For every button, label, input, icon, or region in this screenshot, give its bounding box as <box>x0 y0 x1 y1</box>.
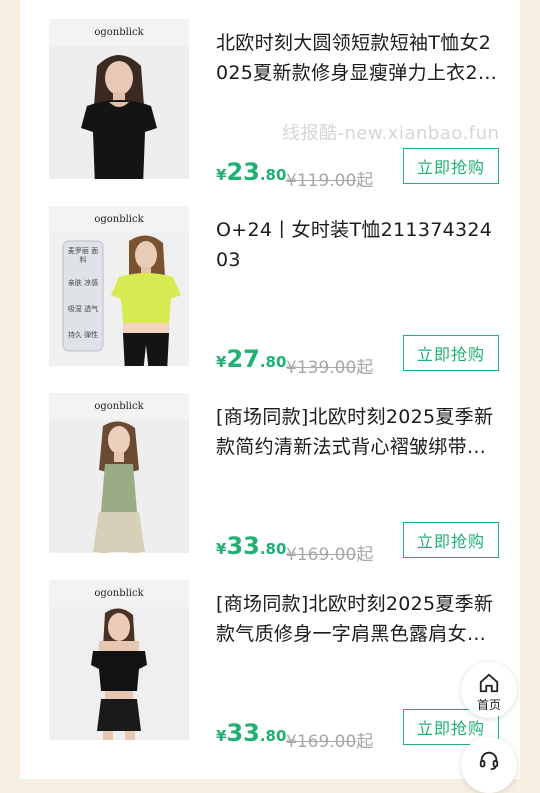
product-photo <box>49 46 189 179</box>
product-thumbnail[interactable]: ogonblick <box>49 580 189 740</box>
buy-now-button[interactable]: 立即抢购 <box>403 522 499 558</box>
product-list: ogonblick 北欧时刻大圆领短款短袖T恤女2025夏新款修身显瘦弹力上衣2… <box>20 0 520 779</box>
product-card[interactable]: ogonblick 麦罗丽 面料 亲肤 凉感 吸湿 透气 持久 弹性 O+24丨… <box>20 187 520 378</box>
headset-icon <box>478 749 500 775</box>
product-card[interactable]: ogonblick [商场同款]北欧时刻2025夏季新款简约清新法式背心褶皱绑带… <box>20 374 520 565</box>
product-card[interactable]: ogonblick 北欧时刻大圆领短款短袖T恤女2025夏新款修身显瘦弹力上衣2… <box>20 0 520 191</box>
brand-logo: ogonblick <box>94 401 144 412</box>
sale-price: ¥27.80 <box>216 345 287 373</box>
product-title[interactable]: 北欧时刻大圆领短款短袖T恤女2025夏新款修身显瘦弹力上衣2… <box>216 28 500 88</box>
watermark: 线报酷-new.xianbao.fun <box>282 123 500 144</box>
feature-label: 吸湿 透气 <box>67 305 99 313</box>
buy-now-button[interactable]: 立即抢购 <box>403 148 499 184</box>
product-thumbnail[interactable]: ogonblick <box>49 393 189 553</box>
product-title[interactable]: O+24丨女时装T恤21137432403 <box>216 215 500 275</box>
product-photo: 麦罗丽 面料 亲肤 凉感 吸湿 透气 持久 弹性 <box>49 233 189 366</box>
home-float-button[interactable]: 首页 <box>461 662 517 718</box>
brand-logo: ogonblick <box>94 27 144 38</box>
original-price: ¥169.00起 <box>286 732 374 752</box>
feature-label: 亲肤 凉感 <box>67 279 99 287</box>
home-label: 首页 <box>476 698 501 712</box>
buy-now-button[interactable]: 立即抢购 <box>403 335 499 371</box>
product-title[interactable]: [商场同款]北欧时刻2025夏季新款气质修身一字肩黑色露肩女… <box>216 589 500 649</box>
brand-logo: ogonblick <box>94 588 144 599</box>
sale-price: ¥33.80 <box>216 532 287 560</box>
feature-label: 麦罗丽 面料 <box>67 247 99 264</box>
product-card[interactable]: ogonblick [商场同款]北欧时刻2025夏季新款气质修身一字肩黑色露肩女… <box>20 561 520 752</box>
sale-price: ¥23.80 <box>216 158 287 186</box>
product-thumbnail[interactable]: ogonblick <box>49 19 189 179</box>
sale-price: ¥33.80 <box>216 719 287 747</box>
home-icon <box>478 672 500 698</box>
product-thumbnail[interactable]: ogonblick 麦罗丽 面料 亲肤 凉感 吸湿 透气 持久 弹性 <box>49 206 189 366</box>
product-photo <box>49 607 189 740</box>
brand-logo: ogonblick <box>94 214 144 225</box>
customer-service-float-button[interactable] <box>461 737 517 793</box>
product-photo <box>49 420 189 553</box>
product-title[interactable]: [商场同款]北欧时刻2025夏季新款简约清新法式背心褶皱绑带… <box>216 402 500 462</box>
feature-label: 持久 弹性 <box>67 331 99 339</box>
